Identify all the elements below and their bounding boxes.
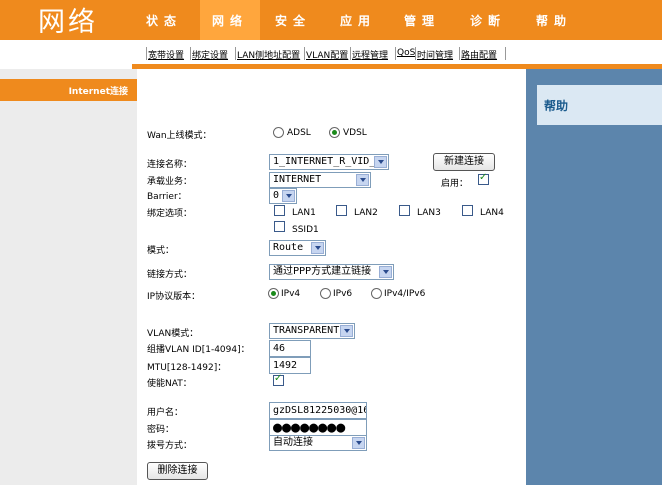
sub-navigation: 宽带设置 绑定设置 LAN侧地址配置 VLAN配置 远程管理 QoS 时间管理 … (132, 40, 662, 65)
help-title: 帮助 (544, 99, 569, 113)
chevron-down-icon (374, 156, 387, 168)
conn-name-label: 连接名称： (147, 160, 193, 170)
lan3-checkbox[interactable] (399, 205, 410, 216)
divider (350, 47, 351, 60)
nat-label: 使能NAT： (147, 379, 192, 389)
binding-label: 绑定选项： (147, 209, 193, 219)
page-brand-title: 网络 (38, 7, 98, 38)
radio-adsl[interactable] (273, 127, 284, 138)
divider (235, 47, 236, 60)
radio-ipv6-label: IPv6 (333, 289, 353, 299)
service-label: 承载业务： (147, 177, 193, 187)
subtab-vlan[interactable]: VLAN配置 (306, 48, 348, 61)
lan1-checkbox[interactable] (274, 205, 285, 216)
dial-mode-value: 自动连接 (273, 437, 313, 448)
ssid1-label: SSID1 (292, 225, 319, 235)
radio-ipv4-ipv6[interactable] (371, 288, 382, 299)
subtab-routing[interactable]: 路由配置 (461, 48, 497, 61)
service-value: INTERNET (273, 174, 322, 185)
conn-name-select[interactable]: 1_INTERNET_R_VID_ (269, 154, 389, 170)
link-type-label: 链接方式： (147, 270, 193, 280)
chevron-down-icon (311, 242, 324, 254)
enable-checkbox[interactable] (478, 172, 489, 185)
subtab-time[interactable]: 时间管理 (417, 48, 453, 61)
top-navigation-bar: 网络 状态 网络 安全 应用 管理 诊断 帮助 (0, 0, 662, 40)
lan3-label: LAN3 (417, 208, 441, 218)
subtab-broadband[interactable]: 宽带设置 (148, 48, 184, 61)
subtab-lan-address[interactable]: LAN侧地址配置 (237, 48, 300, 61)
tab-help[interactable]: 帮助 (524, 0, 584, 40)
tab-application[interactable]: 应用 (328, 0, 388, 40)
radio-vdsl-label: VDSL (343, 128, 367, 138)
barrier-select[interactable]: 0 (269, 188, 297, 204)
vlan-mode-value: TRANSPARENT (273, 325, 340, 336)
mtu-label: MTU[128-1492]： (147, 363, 227, 373)
mode-value: Route (273, 242, 304, 253)
vlan-mode-select[interactable]: TRANSPARENT (269, 323, 355, 339)
tab-diagnosis[interactable]: 诊断 (458, 0, 518, 40)
subtab-remote[interactable]: 远程管理 (352, 48, 388, 61)
barrier-label: Barrier： (147, 192, 187, 202)
subtab-binding[interactable]: 绑定设置 (192, 48, 228, 61)
service-select[interactable]: INTERNET (269, 172, 371, 188)
multicast-vlan-label: 组播VLAN ID[1-4094]： (147, 345, 250, 355)
username-label: 用户名： (147, 408, 184, 418)
help-box: 帮助 (537, 85, 662, 125)
sidebar-item-label: Internet连接 (68, 87, 128, 97)
mode-select[interactable]: Route (269, 240, 326, 256)
divider (190, 47, 191, 60)
enable-label: 启用： (441, 179, 469, 189)
divider (505, 47, 506, 60)
vlan-mode-label: VLAN模式： (147, 329, 199, 339)
dial-mode-label: 拨号方式： (147, 441, 193, 451)
lan1-label: LAN1 (292, 208, 316, 218)
divider (459, 47, 460, 60)
chevron-down-icon (352, 437, 365, 449)
tab-management[interactable]: 管理 (392, 0, 452, 40)
chevron-down-icon (340, 325, 353, 337)
mode-label: 模式： (147, 246, 175, 256)
radio-adsl-label: ADSL (287, 128, 311, 138)
barrier-value: 0 (273, 190, 280, 201)
help-panel (526, 69, 662, 485)
chevron-down-icon (379, 266, 392, 278)
radio-ipv4[interactable] (268, 288, 279, 299)
left-sidebar (0, 69, 137, 485)
lan2-checkbox[interactable] (336, 205, 347, 216)
password-label: 密码： (147, 425, 175, 435)
password-mask: ●●●●●●●● (273, 419, 346, 436)
multicast-vlan-input[interactable]: 46 (269, 340, 311, 357)
lan4-checkbox[interactable] (462, 205, 473, 216)
divider (304, 47, 305, 60)
conn-name-value: 1_INTERNET_R_VID_ (273, 156, 376, 167)
dial-mode-select[interactable]: 自动连接 (269, 435, 367, 451)
mtu-input[interactable]: 1492 (269, 357, 311, 374)
lan2-label: LAN2 (354, 208, 378, 218)
link-type-select[interactable]: 通过PPP方式建立链接 (269, 264, 394, 280)
lan4-label: LAN4 (480, 208, 504, 218)
nat-checkbox[interactable] (273, 373, 284, 386)
divider (146, 47, 147, 60)
sidebar-item-internet[interactable]: Internet连接 (0, 79, 137, 101)
ip-version-label: IP协议版本： (147, 292, 201, 302)
username-input[interactable]: gzDSL81225030@163 (269, 402, 367, 419)
chevron-down-icon (282, 190, 295, 202)
tab-network[interactable]: 网络 (200, 0, 260, 40)
radio-vdsl[interactable] (329, 127, 340, 138)
new-connection-button[interactable]: 新建连接 (433, 153, 495, 171)
password-input[interactable]: ●●●●●●●● (269, 419, 367, 436)
tab-security[interactable]: 安全 (263, 0, 323, 40)
radio-ipv6[interactable] (320, 288, 331, 299)
radio-ipv4-label: IPv4 (281, 289, 301, 299)
link-type-value: 通过PPP方式建立链接 (273, 266, 372, 277)
ssid1-checkbox[interactable] (274, 221, 285, 232)
chevron-down-icon (356, 174, 369, 186)
divider (395, 47, 396, 60)
delete-connection-button[interactable]: 删除连接 (147, 462, 208, 480)
radio-ipv4-ipv6-label: IPv4/IPv6 (384, 289, 426, 299)
wan-mode-label: Wan上线模式： (147, 131, 212, 141)
tab-status[interactable]: 状态 (133, 0, 195, 40)
subtab-qos[interactable]: QoS (397, 48, 415, 58)
divider (415, 47, 416, 60)
